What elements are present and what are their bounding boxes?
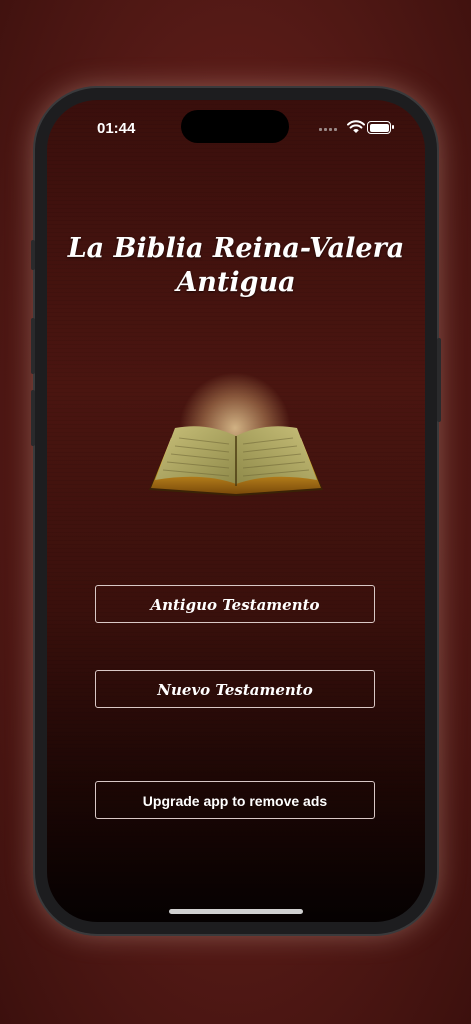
app-screen: 01:44 La Biblia Reina-Valera Antigua Ant… (47, 100, 425, 922)
volume-down-button (31, 390, 35, 446)
battery-icon (367, 121, 394, 134)
mute-switch (31, 240, 35, 270)
power-button (437, 338, 441, 422)
phone-frame: 01:44 La Biblia Reina-Valera Antigua Ant… (31, 88, 441, 934)
status-time: 01:44 (97, 120, 136, 137)
upgrade-button[interactable]: Upgrade app to remove ads (95, 781, 375, 819)
signal-icon (319, 127, 339, 131)
app-title: La Biblia Reina-Valera Antigua (67, 233, 405, 298)
dynamic-island (181, 110, 289, 143)
open-bible-icon (141, 372, 331, 502)
status-bar: 01:44 (47, 100, 425, 150)
wifi-icon (347, 120, 365, 133)
volume-up-button (31, 318, 35, 374)
home-indicator[interactable] (169, 909, 303, 914)
old-testament-button[interactable]: Antiguo Testamento (95, 585, 375, 623)
new-testament-button[interactable]: Nuevo Testamento (95, 670, 375, 708)
